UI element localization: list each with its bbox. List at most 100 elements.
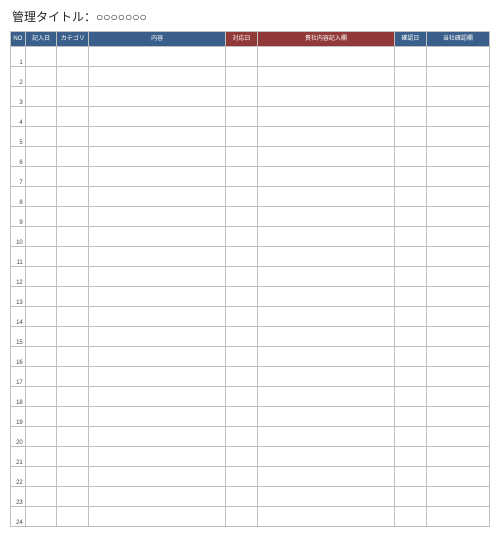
- cell-their-entry: [257, 407, 394, 427]
- cell-no: 11: [11, 247, 26, 267]
- cell-content: [89, 407, 226, 427]
- cell-no: 13: [11, 287, 26, 307]
- cell-entry-date: [25, 307, 57, 327]
- cell-entry-date: [25, 507, 57, 527]
- management-table: NO 記入日 カテゴリ 内容 対応日 貴社内容記入欄 確認日 当社確認欄 123…: [10, 31, 490, 527]
- cell-entry-date: [25, 47, 57, 67]
- table-row: 21: [11, 447, 490, 467]
- cell-our-confirm: [426, 247, 489, 267]
- page-title: 管理タイトル：○○○○○○○: [12, 8, 490, 25]
- cell-content: [89, 507, 226, 527]
- cell-our-confirm: [426, 347, 489, 367]
- cell-category: [57, 327, 89, 347]
- cell-response-date: [226, 67, 258, 87]
- cell-content: [89, 67, 226, 87]
- cell-category: [57, 67, 89, 87]
- cell-response-date: [226, 347, 258, 367]
- cell-category: [57, 87, 89, 107]
- cell-response-date: [226, 427, 258, 447]
- cell-content: [89, 247, 226, 267]
- cell-their-entry: [257, 87, 394, 107]
- cell-no: 6: [11, 147, 26, 167]
- cell-content: [89, 107, 226, 127]
- cell-content: [89, 127, 226, 147]
- cell-content: [89, 47, 226, 67]
- cell-our-confirm: [426, 127, 489, 147]
- cell-entry-date: [25, 427, 57, 447]
- cell-entry-date: [25, 407, 57, 427]
- cell-entry-date: [25, 207, 57, 227]
- cell-content: [89, 347, 226, 367]
- table-row: 24: [11, 507, 490, 527]
- cell-response-date: [226, 247, 258, 267]
- cell-ack-date: [395, 507, 427, 527]
- table-row: 11: [11, 247, 490, 267]
- cell-ack-date: [395, 467, 427, 487]
- table-row: 2: [11, 67, 490, 87]
- cell-their-entry: [257, 127, 394, 147]
- cell-no: 10: [11, 227, 26, 247]
- cell-our-confirm: [426, 47, 489, 67]
- cell-our-confirm: [426, 487, 489, 507]
- cell-response-date: [226, 367, 258, 387]
- cell-category: [57, 167, 89, 187]
- cell-no: 23: [11, 487, 26, 507]
- header-no: NO: [11, 32, 26, 47]
- cell-no: 19: [11, 407, 26, 427]
- cell-entry-date: [25, 127, 57, 147]
- cell-entry-date: [25, 387, 57, 407]
- cell-our-confirm: [426, 427, 489, 447]
- cell-our-confirm: [426, 87, 489, 107]
- cell-ack-date: [395, 107, 427, 127]
- cell-content: [89, 427, 226, 447]
- cell-content: [89, 367, 226, 387]
- cell-entry-date: [25, 227, 57, 247]
- table-row: 14: [11, 307, 490, 327]
- cell-entry-date: [25, 447, 57, 467]
- cell-content: [89, 467, 226, 487]
- cell-their-entry: [257, 307, 394, 327]
- cell-category: [57, 447, 89, 467]
- cell-category: [57, 287, 89, 307]
- cell-category: [57, 267, 89, 287]
- header-entry-date: 記入日: [25, 32, 57, 47]
- cell-entry-date: [25, 147, 57, 167]
- table-row: 20: [11, 427, 490, 447]
- header-row: NO 記入日 カテゴリ 内容 対応日 貴社内容記入欄 確認日 当社確認欄: [11, 32, 490, 47]
- cell-our-confirm: [426, 207, 489, 227]
- cell-category: [57, 407, 89, 427]
- table-row: 22: [11, 467, 490, 487]
- cell-our-confirm: [426, 107, 489, 127]
- cell-our-confirm: [426, 447, 489, 467]
- table-row: 10: [11, 227, 490, 247]
- cell-entry-date: [25, 267, 57, 287]
- cell-no: 14: [11, 307, 26, 327]
- table-row: 13: [11, 287, 490, 307]
- cell-entry-date: [25, 367, 57, 387]
- cell-their-entry: [257, 387, 394, 407]
- cell-no: 4: [11, 107, 26, 127]
- cell-ack-date: [395, 147, 427, 167]
- cell-no: 15: [11, 327, 26, 347]
- table-row: 5: [11, 127, 490, 147]
- table-row: 18: [11, 387, 490, 407]
- cell-content: [89, 487, 226, 507]
- cell-our-confirm: [426, 147, 489, 167]
- cell-response-date: [226, 107, 258, 127]
- cell-their-entry: [257, 47, 394, 67]
- cell-content: [89, 447, 226, 467]
- cell-response-date: [226, 487, 258, 507]
- cell-response-date: [226, 327, 258, 347]
- cell-ack-date: [395, 187, 427, 207]
- cell-no: 5: [11, 127, 26, 147]
- cell-entry-date: [25, 247, 57, 267]
- table-row: 15: [11, 327, 490, 347]
- cell-no: 12: [11, 267, 26, 287]
- cell-their-entry: [257, 507, 394, 527]
- cell-response-date: [226, 507, 258, 527]
- cell-response-date: [226, 467, 258, 487]
- cell-their-entry: [257, 327, 394, 347]
- cell-their-entry: [257, 467, 394, 487]
- cell-our-confirm: [426, 167, 489, 187]
- table-row: 8: [11, 187, 490, 207]
